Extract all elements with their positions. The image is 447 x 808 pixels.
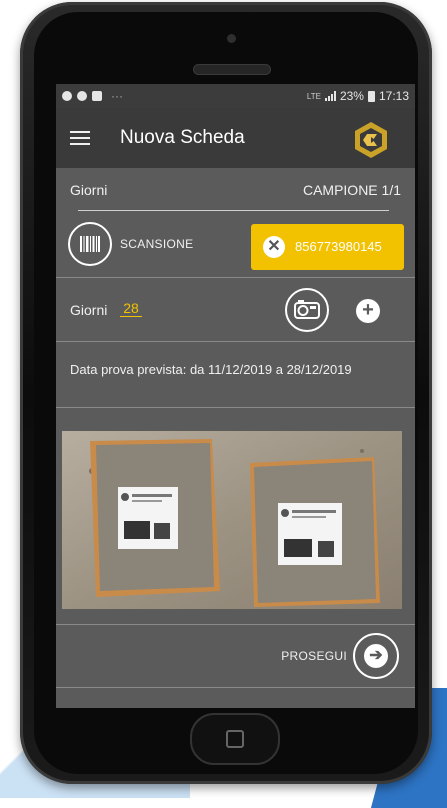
status-bar: ··· LTE 23% 17:13 bbox=[56, 84, 415, 108]
app-notification-icon bbox=[77, 91, 87, 101]
app-screen: ··· LTE 23% 17:13 Nuova Scheda Giorni CA… bbox=[56, 84, 415, 708]
days-input[interactable]: 28 bbox=[120, 300, 142, 317]
scanned-code: 856773980145 bbox=[295, 239, 382, 254]
clock: 17:13 bbox=[378, 89, 409, 103]
scan-row: SCANSIONE ✕ 856773980145 bbox=[56, 212, 415, 278]
signal-icon bbox=[324, 91, 336, 101]
expected-date-row: Data prova prevista: da 11/12/2019 a 28/… bbox=[56, 342, 415, 408]
mail-icon bbox=[92, 91, 102, 101]
battery-percent: 23% bbox=[339, 89, 364, 103]
network-type: LTE bbox=[306, 91, 321, 101]
hamburger-icon[interactable] bbox=[70, 131, 90, 145]
arrow-right-icon: ➔ bbox=[364, 644, 388, 668]
barcode-icon bbox=[80, 236, 100, 252]
sample-photo bbox=[62, 431, 402, 609]
plus-icon[interactable]: + bbox=[356, 299, 380, 323]
sample-counter: CAMPIONE 1/1 bbox=[302, 182, 401, 198]
close-icon[interactable]: ✕ bbox=[263, 236, 285, 258]
page-title: Nuova Scheda bbox=[120, 127, 245, 148]
alert-icon bbox=[62, 91, 72, 101]
sample-header: Giorni CAMPIONE 1/1 bbox=[56, 168, 415, 212]
scan-label[interactable]: SCANSIONE bbox=[120, 237, 193, 251]
scan-button[interactable] bbox=[68, 222, 112, 266]
app-bar: Nuova Scheda bbox=[56, 108, 415, 168]
battery-icon bbox=[367, 90, 375, 102]
app-logo-icon bbox=[355, 122, 387, 158]
home-button-icon bbox=[226, 730, 244, 748]
continue-button[interactable]: ➔ bbox=[353, 633, 399, 679]
sample-header-left: Giorni bbox=[70, 182, 108, 198]
expected-test-date: Data prova prevista: da 11/12/2019 a 28/… bbox=[70, 362, 352, 377]
front-camera-icon bbox=[227, 34, 236, 43]
days-label: Giorni bbox=[70, 302, 108, 318]
more-notifications: ··· bbox=[111, 89, 123, 103]
continue-row: PROSEGUI ➔ bbox=[56, 624, 415, 688]
speaker-grille bbox=[193, 64, 271, 75]
camera-button[interactable] bbox=[285, 288, 329, 332]
home-button[interactable] bbox=[190, 713, 280, 765]
divider bbox=[78, 210, 389, 211]
days-row: Giorni 28 + bbox=[56, 278, 415, 342]
continue-label[interactable]: PROSEGUI bbox=[281, 649, 347, 663]
scanned-code-chip: ✕ 856773980145 bbox=[251, 224, 404, 270]
camera-icon bbox=[294, 300, 320, 319]
